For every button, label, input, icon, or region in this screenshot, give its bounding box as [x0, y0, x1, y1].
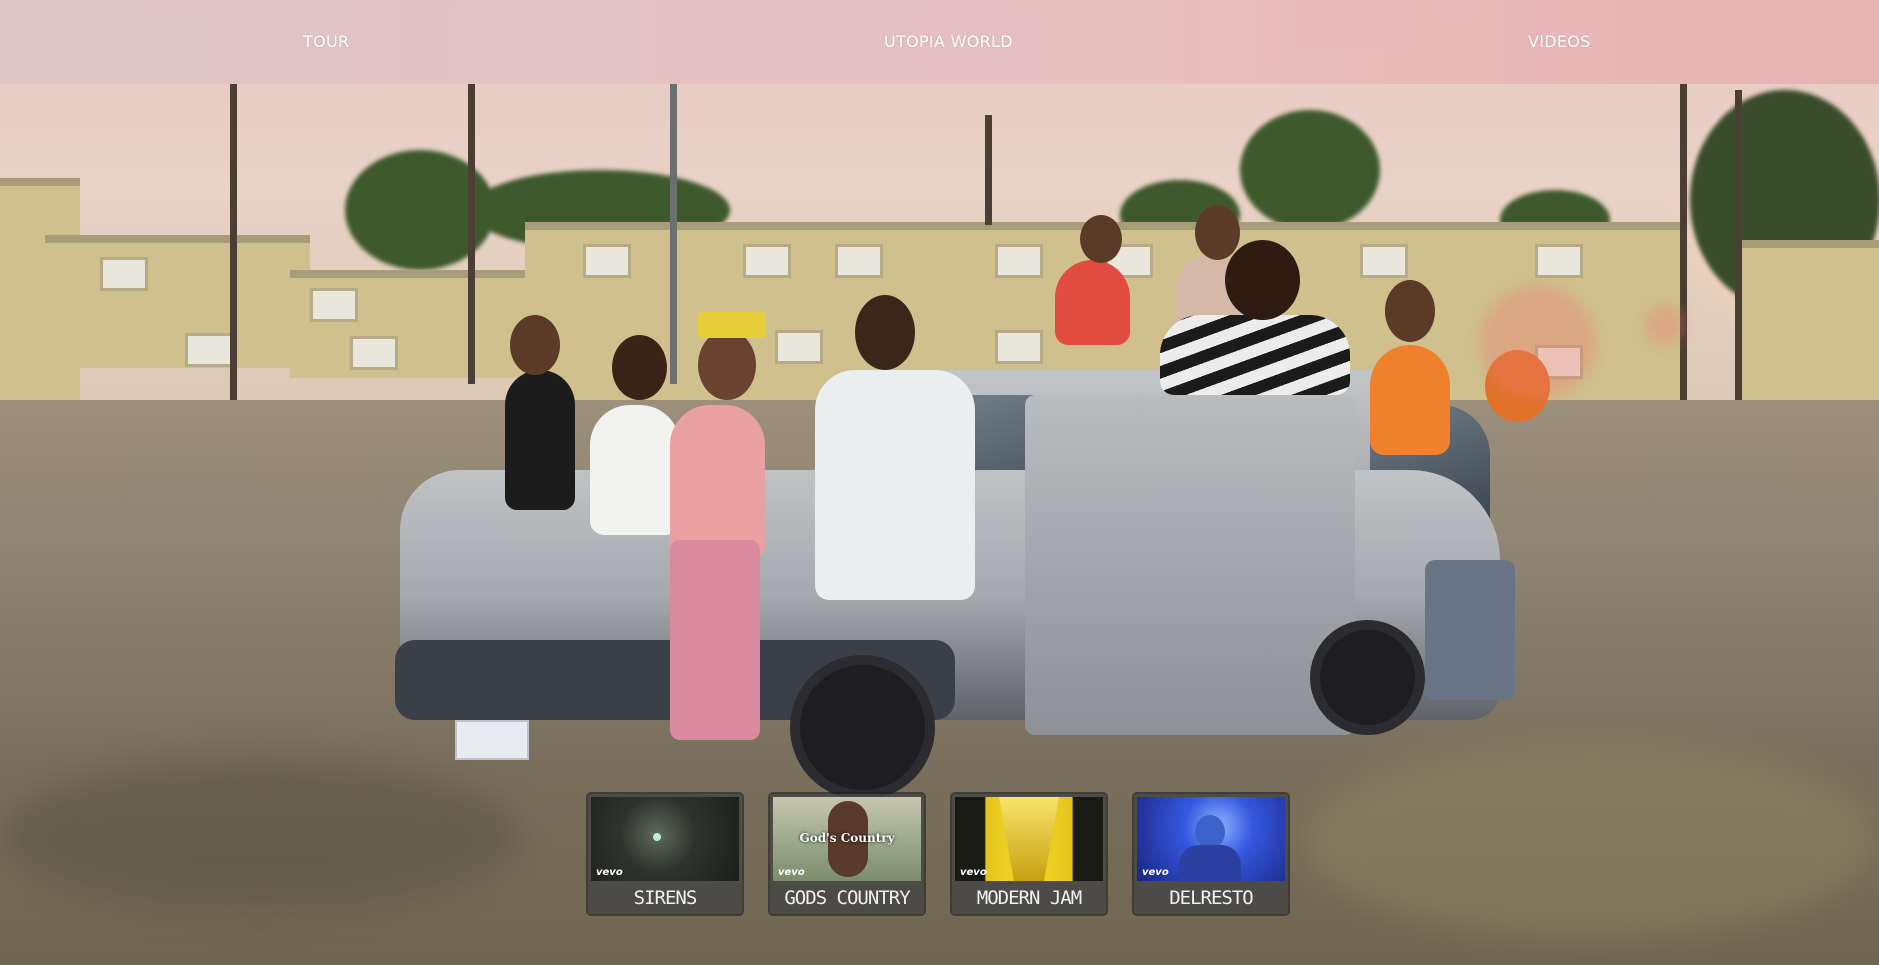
- figure-body: [1179, 845, 1241, 881]
- building: [290, 270, 530, 378]
- nav-link-videos[interactable]: VIDEOS: [1528, 30, 1591, 54]
- person: [1370, 345, 1450, 455]
- video-card-delresto[interactable]: vevo DELRESTO: [1134, 794, 1288, 914]
- person: [590, 405, 680, 535]
- lens-flare: [1645, 305, 1685, 345]
- vevo-logo: vevo: [960, 867, 987, 878]
- light-dot: [653, 833, 661, 841]
- vevo-logo: vevo: [596, 867, 623, 878]
- person-legs: [1425, 560, 1515, 700]
- utility-pole: [468, 84, 475, 384]
- video-thumbnail: God's Country vevo: [773, 797, 921, 881]
- person: [815, 370, 975, 600]
- top-navigation-bar: TOUR UTOPIA WORLD VIDEOS: [0, 0, 1879, 84]
- utility-pole: [1680, 84, 1687, 404]
- crown: [698, 312, 766, 338]
- video-card-gods-country[interactable]: God's Country vevo GODS COUNTRY: [770, 794, 924, 914]
- light-beam: [999, 797, 1059, 881]
- license-plate: [455, 720, 529, 760]
- utility-pole: [670, 84, 677, 384]
- video-thumbnail-strip: vevo SIRENS God's Country vevo GODS COUN…: [588, 794, 1293, 915]
- person-legs: [670, 540, 760, 740]
- building: [1740, 240, 1879, 408]
- vevo-logo: vevo: [1142, 867, 1169, 878]
- video-card-modern-jam[interactable]: vevo MODERN JAM: [952, 794, 1106, 914]
- video-thumbnail: vevo: [591, 797, 739, 881]
- video-card-label: DELRESTO: [1169, 887, 1254, 909]
- person-head: [612, 335, 667, 400]
- car-open-door: [1025, 395, 1355, 735]
- video-thumbnail: vevo: [1137, 797, 1285, 881]
- person-head: [1225, 240, 1300, 320]
- person-head: [855, 295, 915, 370]
- lens-flare: [1480, 285, 1595, 400]
- person-head: [510, 315, 560, 375]
- person: [505, 370, 575, 510]
- video-card-label: SIRENS: [633, 887, 698, 909]
- person: [1055, 260, 1130, 345]
- car-wheel: [790, 655, 935, 800]
- person-head: [698, 330, 756, 400]
- ground-shadow: [0, 760, 520, 910]
- nav-link-tour[interactable]: TOUR: [303, 30, 349, 54]
- grass-patch: [1300, 740, 1879, 940]
- utility-pole: [230, 84, 237, 404]
- person: [1160, 315, 1350, 395]
- nav-link-utopia-world[interactable]: UTOPIA WORLD: [884, 30, 1013, 54]
- person: [670, 405, 765, 560]
- thumbnail-title: God's Country: [799, 831, 895, 845]
- video-card-label: MODERN JAM: [976, 887, 1082, 909]
- person-head: [1385, 280, 1435, 342]
- tree: [1240, 110, 1380, 230]
- utility-pole: [1735, 90, 1742, 410]
- video-thumbnail: vevo: [955, 797, 1103, 881]
- car-wheel: [1310, 620, 1425, 735]
- figure-head: [1195, 815, 1225, 849]
- video-card-label: GODS COUNTRY: [784, 887, 910, 909]
- vevo-logo: vevo: [778, 867, 805, 878]
- utility-pole: [985, 115, 992, 225]
- building: [45, 235, 310, 368]
- person-head: [1195, 205, 1240, 260]
- person-head: [1080, 215, 1122, 263]
- video-card-sirens[interactable]: vevo SIRENS: [588, 794, 742, 914]
